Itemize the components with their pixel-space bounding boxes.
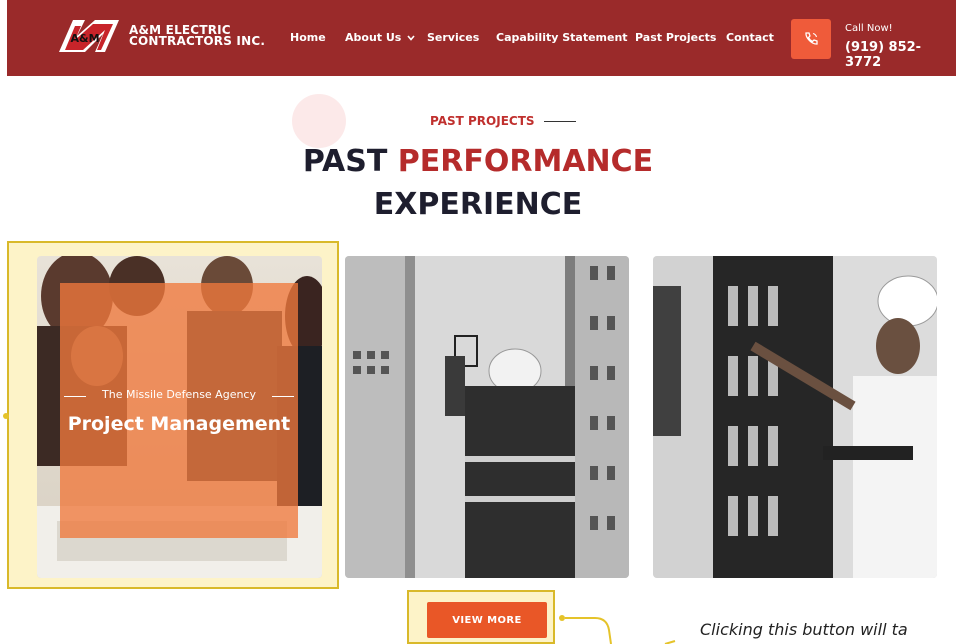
- logo-mark-text: A&M: [70, 32, 99, 45]
- chevron-down-icon: [407, 35, 415, 41]
- card-subtitle: The Missile Defense Agency: [102, 388, 256, 401]
- eyebrow-divider: [544, 121, 576, 122]
- logo-line-2: CONTRACTORS INC.: [129, 34, 266, 48]
- logo-text: A&M ELECTRIC CONTRACTORS INC.: [129, 24, 266, 48]
- phone-number[interactable]: (919) 852-3772: [845, 40, 956, 70]
- logo-mark: A&M: [59, 20, 119, 52]
- annotation-dot: [3, 413, 9, 419]
- electrical-panel-photo: [345, 256, 629, 578]
- section-title-line-1: PAST PERFORMANCE: [0, 144, 956, 179]
- decorative-circle: [292, 94, 346, 148]
- callout-connector: [565, 617, 676, 644]
- electrician-inspection-photo: [653, 256, 937, 578]
- view-more-button[interactable]: VIEW MORE: [427, 602, 547, 638]
- nav-about-us-label: About Us: [345, 31, 402, 44]
- section-title-line-2: EXPERIENCE: [373, 187, 583, 222]
- company-logo[interactable]: A&M A&M ELECTRIC CONTRACTORS INC.: [55, 16, 285, 56]
- nav-past-projects[interactable]: Past Projects: [635, 31, 716, 44]
- nav-contact[interactable]: Contact: [726, 31, 774, 44]
- nav-about-us[interactable]: About Us: [345, 31, 415, 44]
- site-header: A&M A&M ELECTRIC CONTRACTORS INC. Home A…: [7, 0, 956, 76]
- nav-services[interactable]: Services: [427, 31, 479, 44]
- nav-home[interactable]: Home: [290, 31, 326, 44]
- title-part-dark: PAST: [302, 144, 398, 179]
- card-title[interactable]: Project Management: [60, 413, 298, 435]
- nav-capability-statement[interactable]: Capability Statement: [496, 31, 628, 44]
- call-button[interactable]: [791, 19, 831, 59]
- call-label: Call Now!: [845, 23, 893, 34]
- project-card-2[interactable]: [345, 256, 629, 578]
- project-card-3[interactable]: [653, 256, 937, 578]
- annotation-text: Clicking this button will ta: [700, 620, 908, 639]
- card-overlay: [60, 283, 298, 538]
- title-part-red: PERFORMANCE: [397, 144, 654, 179]
- section-eyebrow: PAST PROJECTS: [430, 114, 535, 128]
- phone-icon: [805, 32, 818, 45]
- subtitle-line-right: [272, 396, 294, 397]
